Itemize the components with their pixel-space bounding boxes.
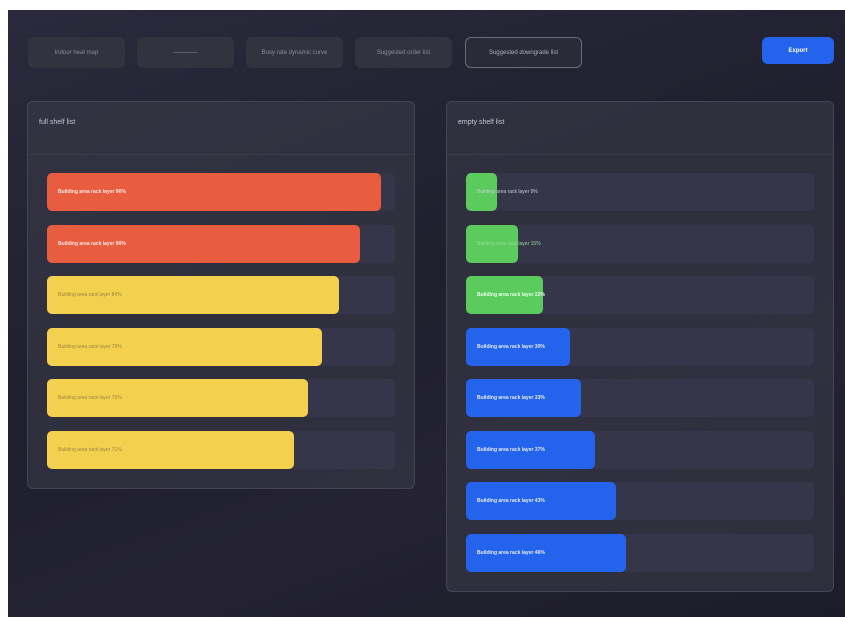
full-shelf-title: full shelf list <box>39 119 76 126</box>
full-shelf-panel: full shelf list Building area rack layer… <box>27 101 415 489</box>
shelf-bar-label: Building area rack layer 22% <box>477 292 545 298</box>
empty-shelf-title: empty shelf list <box>458 119 505 126</box>
shelf-row[interactable]: Building area rack layer 9% <box>466 173 814 211</box>
shelf-bar-label: Building area rack layer 90% <box>58 240 126 247</box>
dashboard-screen: Indoor heat map ———— Busy rate dynamic c… <box>8 10 845 617</box>
shelf-bar-label: Building area rack layer 46% <box>477 549 545 556</box>
empty-shelf-panel: empty shelf list Building area rack laye… <box>446 101 834 592</box>
shelf-bar-label: Building area rack layer 84% <box>58 292 122 298</box>
shelf-row[interactable]: Building area rack layer 22% <box>466 276 814 314</box>
shelf-row[interactable]: Building area rack layer 90% <box>47 224 395 263</box>
shelf-bar-label: Building area rack layer 79% <box>58 343 122 350</box>
shelf-bar-label: Building area rack layer 15% <box>477 240 541 247</box>
shelf-bar-label: Building area rack layer 43% <box>477 498 545 504</box>
export-button[interactable]: Export <box>762 37 834 64</box>
shelf-bar-label: Building area rack layer 30% <box>477 343 545 350</box>
shelf-bar-label: Building area rack layer 71% <box>58 446 122 453</box>
shelf-bar-label: Building area rack layer 9% <box>477 189 538 195</box>
tab-busy-rate-dynamic-curve[interactable]: Busy rate dynamic curve <box>246 37 343 68</box>
shelf-row[interactable]: Building area rack layer 43% <box>466 482 814 520</box>
tab-indoor-heat-map[interactable]: Indoor heat map <box>28 37 125 68</box>
shelf-bar-label: Building area rack layer 75% <box>58 395 122 401</box>
shelf-row[interactable]: Building area rack layer 79% <box>47 327 395 366</box>
shelf-row[interactable]: Building area rack layer 46% <box>466 533 814 572</box>
shelf-row[interactable]: Building area rack layer 71% <box>47 430 395 469</box>
shelf-row[interactable]: Building area rack layer 30% <box>466 327 814 366</box>
shelf-row[interactable]: Building area rack layer 15% <box>466 224 814 263</box>
shelf-bar-label: Building area rack layer 33% <box>477 395 545 401</box>
shelf-bar-label: Building area rack layer 37% <box>477 446 545 453</box>
shelf-row[interactable]: Building area rack layer 33% <box>466 379 814 417</box>
shelf-row[interactable]: Building area rack layer 96% <box>47 173 395 211</box>
shelf-row[interactable]: Building area rack layer 37% <box>466 430 814 469</box>
empty-shelf-divider <box>447 154 833 155</box>
shelf-row[interactable]: Building area rack layer 84% <box>47 276 395 314</box>
full-shelf-divider <box>28 154 414 155</box>
tab-placeholder[interactable]: ———— <box>137 37 234 68</box>
shelf-bar-label: Building area rack layer 96% <box>58 189 126 195</box>
shelf-row[interactable]: Building area rack layer 75% <box>47 379 395 417</box>
tab-suggested-downgrade-list[interactable]: Suggested downgrade list <box>465 37 582 68</box>
tab-suggested-order-list[interactable]: Suggested order list <box>355 37 452 68</box>
